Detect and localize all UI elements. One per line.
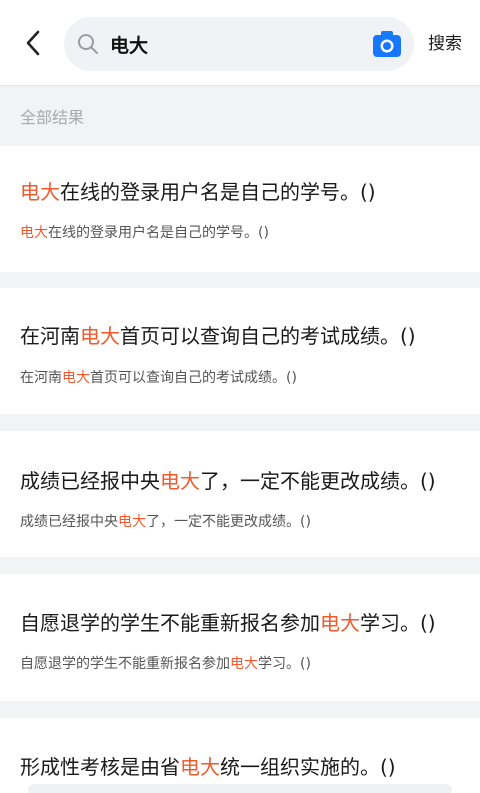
keyword-highlight: 电大	[20, 180, 60, 204]
result-snippet: 成绩已经报中央电大了，一定不能更改成绩。()	[20, 514, 311, 530]
camera-icon[interactable]	[372, 30, 402, 58]
search-input[interactable]	[110, 25, 360, 63]
top-bar: 搜索	[0, 0, 480, 86]
result-snippet: 电大在线的登录用户名是自己的学号。()	[20, 225, 269, 241]
result-card[interactable]: 在河南电大首页可以查询自己的考试成绩。() 在河南电大首页可以查询自己的考试成绩…	[0, 288, 480, 414]
result-card[interactable]: 成绩已经报中央电大了，一定不能更改成绩。() 成绩已经报中央电大了，一定不能更改…	[0, 431, 480, 557]
result-card[interactable]: 形成性考核是由省电大统一组织实施的。()	[0, 718, 480, 793]
search-button[interactable]: 搜索	[428, 31, 472, 57]
keyword-highlight: 电大	[80, 324, 120, 348]
keyword-highlight: 电大	[320, 611, 360, 635]
result-snippet: 自愿退学的学生不能重新报名参加电大学习。()	[20, 656, 311, 672]
keyword-highlight: 电大	[118, 514, 146, 530]
keyword-highlight: 电大	[62, 370, 90, 386]
result-title: 自愿退学的学生不能重新报名参加电大学习。()	[20, 611, 436, 635]
result-card[interactable]: 自愿退学的学生不能重新报名参加电大学习。() 自愿退学的学生不能重新报名参加电大…	[0, 574, 480, 701]
result-title: 在河南电大首页可以查询自己的考试成绩。()	[20, 324, 416, 348]
result-title: 电大在线的登录用户名是自己的学号。()	[20, 180, 376, 204]
result-card[interactable]: 电大在线的登录用户名是自己的学号。() 电大在线的登录用户名是自己的学号。()	[0, 146, 480, 272]
keyword-highlight: 电大	[230, 656, 258, 672]
chevron-left-icon	[26, 30, 40, 56]
bottom-bar	[28, 784, 452, 793]
back-button[interactable]	[18, 26, 48, 60]
keyword-highlight: 电大	[160, 469, 200, 493]
keyword-highlight: 电大	[180, 755, 220, 779]
keyword-highlight: 电大	[20, 225, 48, 241]
search-box[interactable]	[64, 17, 414, 71]
search-icon	[78, 34, 98, 54]
result-title: 形成性考核是由省电大统一组织实施的。()	[20, 755, 396, 779]
result-title: 成绩已经报中央电大了，一定不能更改成绩。()	[20, 469, 436, 493]
result-snippet: 在河南电大首页可以查询自己的考试成绩。()	[20, 370, 297, 386]
section-label-all-results: 全部结果	[20, 108, 85, 127]
